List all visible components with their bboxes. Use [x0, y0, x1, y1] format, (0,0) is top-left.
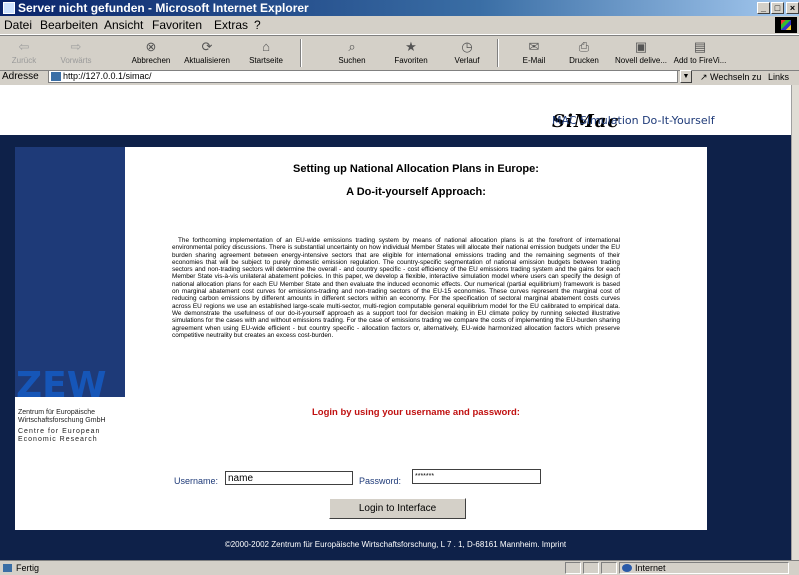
right-band: [707, 147, 791, 560]
search-icon: ⌕: [348, 39, 356, 54]
go-label: Wechseln zu: [710, 72, 762, 82]
mail-button[interactable]: ✉ E-Mail: [512, 36, 556, 70]
page-done-icon: [3, 564, 12, 572]
novell-icon: ▣: [634, 39, 648, 54]
forward-arrow-icon: ⇨: [70, 39, 82, 54]
toolbar-separator: [300, 39, 302, 67]
abstract-text: The forthcoming implementation of an EU-…: [172, 237, 620, 339]
login-message: Login by using your username and passwor…: [312, 407, 520, 418]
status-text: Fertig: [16, 563, 40, 573]
menu-extras[interactable]: Extras: [214, 16, 248, 34]
left-blue-panel: [15, 147, 125, 397]
username-input[interactable]: [225, 471, 353, 485]
password-input[interactable]: [412, 469, 541, 484]
address-url: http://127.0.0.1/simac/: [63, 71, 152, 81]
top-band: [0, 135, 791, 147]
vertical-scrollbar[interactable]: [791, 85, 799, 560]
zew-german-name: Zentrum für Europäische Wirtschaftsforsc…: [18, 409, 106, 424]
menu-help[interactable]: ?: [254, 16, 261, 34]
menu-ansicht[interactable]: Ansicht: [104, 16, 143, 34]
stop-button[interactable]: ⊗ Abbrechen: [126, 36, 176, 70]
minimize-button[interactable]: _: [757, 2, 770, 14]
stop-icon: ⊗: [145, 39, 157, 54]
address-dropdown[interactable]: ▼: [680, 70, 692, 83]
forward-button[interactable]: ⇨ Vorwärts: [52, 36, 100, 70]
simac-subtitle: MAC Simulation Do-It-Yourself: [552, 114, 715, 127]
home-icon: ⌂: [262, 39, 270, 54]
links-button[interactable]: Links: [768, 70, 789, 84]
address-bar: Adresse http://127.0.0.1/simac/ ▼ ↗ Wech…: [0, 70, 799, 84]
status-panel: [583, 562, 599, 574]
printer-icon: ⎙: [578, 39, 590, 54]
username-label: Username:: [174, 476, 219, 486]
zew-logo[interactable]: ZEW: [16, 368, 106, 404]
print-button[interactable]: ⎙ Drucken: [564, 36, 604, 70]
status-panel: [601, 562, 617, 574]
page-title: Setting up National Allocation Plans in …: [293, 163, 539, 175]
window-title: Server nicht gefunden - Microsoft Intern…: [18, 1, 309, 15]
folder-star-icon: ★: [405, 39, 417, 54]
address-input[interactable]: http://127.0.0.1/simac/: [48, 70, 678, 83]
toolbar-separator: [497, 39, 499, 67]
home-button[interactable]: ⌂ Startseite: [244, 36, 288, 70]
maximize-button[interactable]: □: [771, 2, 784, 14]
search-button[interactable]: ⌕ Suchen: [330, 36, 374, 70]
toolbar: ⇦ Zurück ⇨ Vorwärts ⊗ Abbrechen ⟳ Aktual…: [0, 35, 799, 71]
favorites-button[interactable]: ★ Favoriten: [387, 36, 435, 70]
refresh-icon: ⟳: [201, 39, 213, 54]
menu-bearbeiten[interactable]: Bearbeiten: [40, 16, 98, 34]
address-label: Adresse: [2, 71, 39, 82]
status-panel: [565, 562, 581, 574]
page-icon: [51, 72, 61, 81]
close-button[interactable]: ×: [786, 2, 799, 14]
back-arrow-icon: ⇦: [18, 39, 30, 54]
status-bar: Fertig Internet: [0, 560, 799, 575]
ie-icon: [3, 2, 15, 14]
refresh-button[interactable]: ⟳ Aktualisieren: [179, 36, 235, 70]
left-strip: [0, 147, 15, 560]
firevi-icon: ▤: [693, 39, 707, 54]
security-zone: Internet: [635, 563, 666, 573]
page-subtitle: A Do-it-yourself Approach:: [346, 186, 486, 198]
back-button[interactable]: ⇦ Zurück: [4, 36, 44, 70]
globe-icon: [622, 564, 632, 572]
go-button[interactable]: ↗ Wechseln zu: [700, 70, 761, 84]
zew-english-name: Centre for European Economic Research: [18, 428, 101, 443]
password-label: Password:: [359, 476, 402, 486]
page-content: SiMac MAC Simulation Do-It-Yourself ZEW …: [0, 85, 791, 560]
menu-favoriten[interactable]: Favoriten: [152, 16, 202, 34]
menu-bar: Datei Bearbeiten Ansicht Favoriten Extra…: [0, 16, 799, 35]
mail-icon: ✉: [528, 39, 540, 54]
history-icon: ◷: [461, 39, 473, 54]
login-button[interactable]: Login to Interface: [329, 498, 466, 519]
footer: ©2000-2002 Zentrum für Europäische Wirts…: [0, 530, 791, 560]
firevi-button[interactable]: ▤ Add to FireVi...: [670, 36, 730, 70]
windows-logo-icon: [775, 17, 797, 33]
menu-datei[interactable]: Datei: [4, 16, 32, 34]
title-bar: Server nicht gefunden - Microsoft Intern…: [0, 0, 799, 16]
novell-button[interactable]: ▣ Novell delive...: [613, 36, 669, 70]
history-button[interactable]: ◷ Verlauf: [445, 36, 489, 70]
